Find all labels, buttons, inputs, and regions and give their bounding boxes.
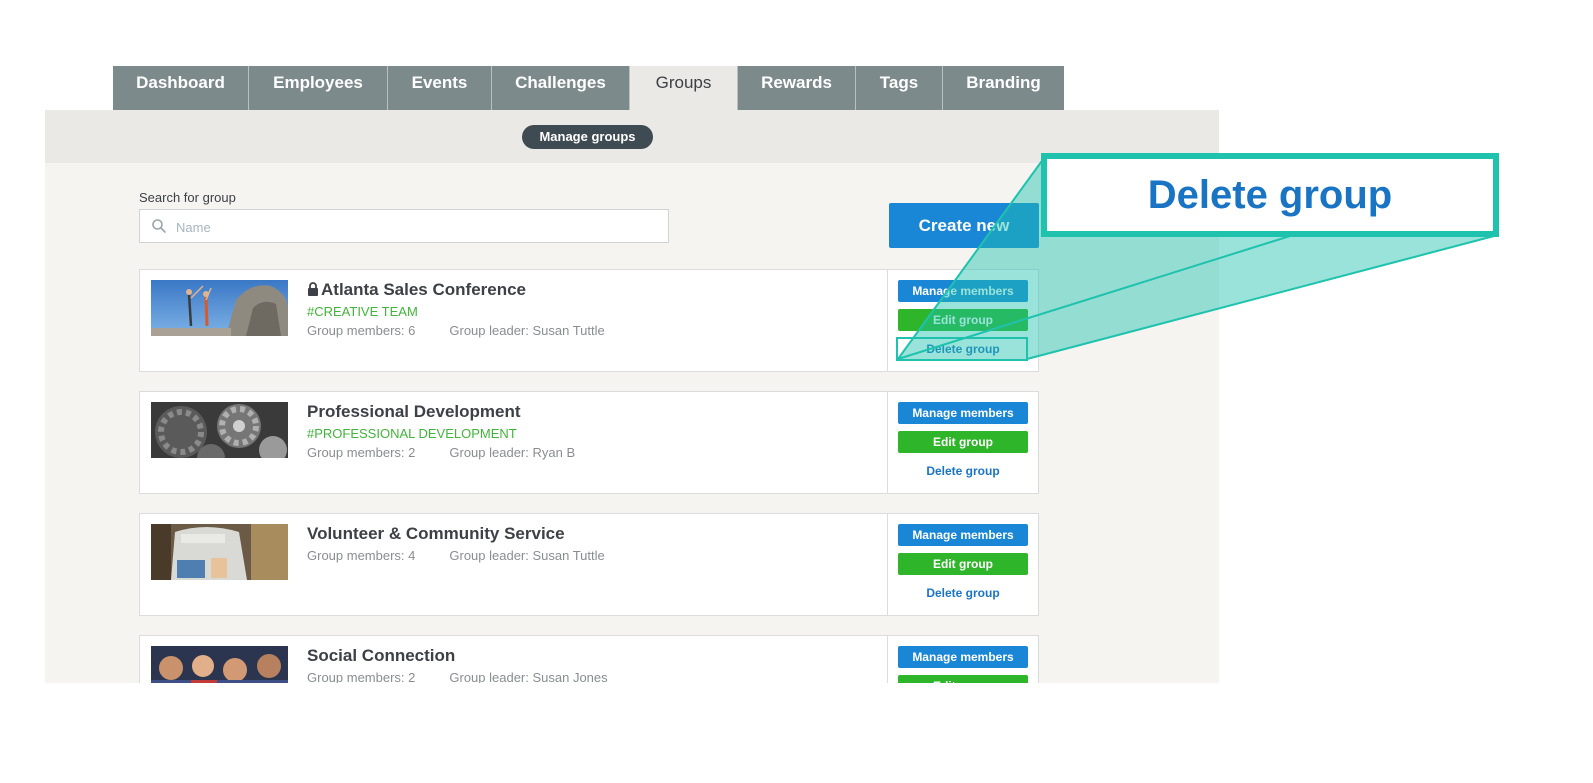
group-title-text: Atlanta Sales Conference [321, 280, 527, 299]
group-leader: Group leader: Susan Tuttle [449, 548, 605, 563]
manage-groups-pill[interactable]: Manage groups [522, 125, 653, 149]
group-title-text: Volunteer & Community Service [307, 524, 565, 543]
tab-dashboard[interactable]: Dashboard [113, 66, 249, 110]
group-card: Social Connection Group members: 2 Group … [139, 635, 1039, 683]
main-tabs: Dashboard Employees Events Challenges Gr… [113, 66, 1064, 110]
group-image [151, 402, 288, 458]
search-field [139, 209, 669, 244]
manage-members-button[interactable]: Manage members [898, 646, 1028, 668]
search-label: Search for group [139, 190, 236, 205]
edit-group-button[interactable]: Edit group [898, 675, 1028, 683]
group-members-count: Group members: 6 [307, 323, 416, 338]
tab-branding[interactable]: Branding [943, 66, 1064, 110]
tab-employees[interactable]: Employees [249, 66, 388, 110]
group-title-text: Social Connection [307, 646, 456, 665]
callout-text: Delete group [1147, 173, 1393, 217]
group-meta: Group members: 2 Group leader: Susan Jone… [307, 670, 608, 683]
create-new-button[interactable]: Create new [889, 203, 1039, 248]
group-image [151, 524, 288, 580]
group-meta: Group members: 6 Group leader: Susan Tutt… [307, 323, 605, 338]
edit-group-button[interactable]: Edit group [898, 431, 1028, 453]
group-actions: Manage members Edit group [887, 636, 1039, 683]
group-meta: Group members: 2 Group leader: Ryan B [307, 445, 575, 460]
group-title[interactable]: Volunteer & Community Service [307, 524, 565, 544]
group-tag[interactable]: #CREATIVE TEAM [307, 304, 418, 319]
group-title-text: Professional Development [307, 402, 521, 421]
edit-group-button[interactable]: Edit group [898, 553, 1028, 575]
search-icon [152, 219, 166, 233]
tab-rewards[interactable]: Rewards [738, 66, 856, 110]
group-leader: Group leader: Ryan B [449, 445, 576, 460]
tab-challenges[interactable]: Challenges [492, 66, 630, 110]
edit-group-button[interactable]: Edit group [898, 309, 1028, 331]
manage-members-button[interactable]: Manage members [898, 524, 1028, 546]
group-leader: Group leader: Susan Tuttle [449, 323, 605, 338]
tab-groups[interactable]: Groups [630, 66, 738, 110]
zoom-callout: Delete group [1041, 153, 1499, 237]
group-title[interactable]: Social Connection [307, 646, 455, 666]
delete-group-button[interactable]: Delete group [898, 460, 1028, 482]
search-input[interactable] [174, 210, 658, 244]
tab-events[interactable]: Events [388, 66, 492, 110]
delete-group-button[interactable]: Delete group [898, 582, 1028, 604]
group-image [151, 280, 288, 336]
group-actions: Manage members Edit group Delete group [887, 514, 1039, 615]
group-card: Volunteer & Community Service Group memb… [139, 513, 1039, 616]
group-meta: Group members: 4 Group leader: Susan Tutt… [307, 548, 605, 563]
manage-members-button[interactable]: Manage members [898, 402, 1028, 424]
group-image [151, 646, 288, 683]
group-members-count: Group members: 2 [307, 670, 416, 683]
manage-members-button[interactable]: Manage members [898, 280, 1028, 302]
group-card: Professional Development #PROFESSIONAL D… [139, 391, 1039, 494]
group-members-count: Group members: 2 [307, 445, 416, 460]
delete-group-highlight [896, 337, 1028, 361]
group-title[interactable]: Professional Development [307, 402, 521, 422]
lock-icon [308, 282, 318, 296]
group-leader: Group leader: Susan Jones [449, 670, 608, 683]
tab-tags[interactable]: Tags [856, 66, 943, 110]
group-members-count: Group members: 4 [307, 548, 416, 563]
group-tag[interactable]: #PROFESSIONAL DEVELOPMENT [307, 426, 517, 441]
group-title[interactable]: Atlanta Sales Conference [307, 280, 526, 300]
group-actions: Manage members Edit group Delete group [887, 392, 1039, 493]
